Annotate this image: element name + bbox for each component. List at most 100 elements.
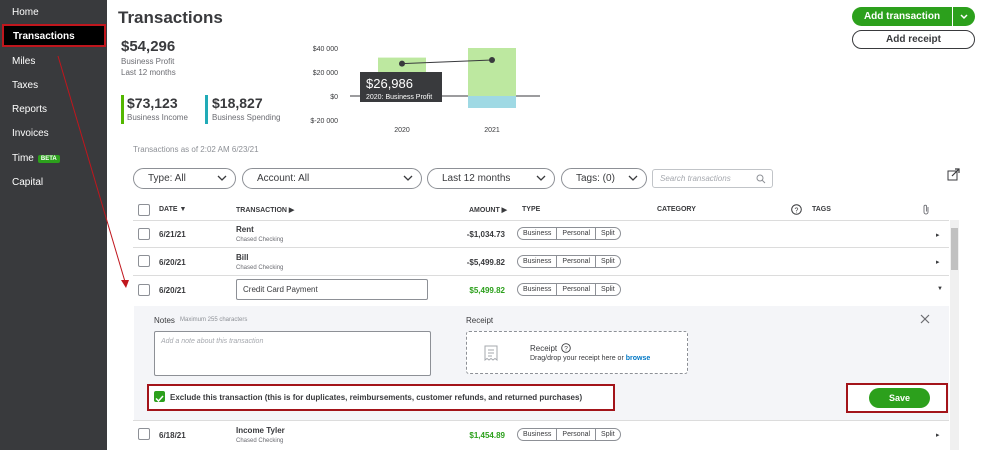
chevron-down-icon	[628, 175, 638, 181]
date-header-label: DATE	[159, 206, 178, 213]
search-input[interactable]: Search transactions	[652, 169, 773, 188]
profit-period: Last 12 months	[121, 68, 176, 77]
type-segmented-control[interactable]: Business Personal Split	[517, 227, 621, 240]
type-segmented-control[interactable]: Business Personal Split	[517, 428, 621, 441]
add-receipt-button[interactable]: Add receipt	[852, 30, 975, 49]
scrollbar-thumb[interactable]	[951, 228, 958, 270]
receipt-drag-text: Drag/drop your receipt here or browse	[530, 355, 650, 362]
row-account: Chased Checking	[236, 237, 284, 243]
row-transaction-name[interactable]: Income Tyler	[236, 426, 285, 435]
save-button[interactable]: Save	[869, 388, 930, 408]
receipt-title-text: Receipt	[530, 344, 558, 353]
period-filter[interactable]: Last 12 months	[427, 168, 555, 189]
row-expand-icon[interactable]: ▸	[936, 258, 940, 266]
tags-filter[interactable]: Tags: (0)	[561, 168, 647, 189]
row-divider	[133, 275, 949, 276]
row-date: 6/21/21	[159, 230, 186, 239]
sidebar-item-invoices[interactable]: Invoices	[12, 128, 49, 139]
x-tick-label: 2020	[394, 127, 410, 134]
row-expand-icon[interactable]: ▸	[936, 431, 940, 439]
sidebar-item-taxes[interactable]: Taxes	[12, 80, 38, 91]
amount-column-header[interactable]: AMOUNT ▶	[469, 206, 507, 214]
sidebar-item-transactions[interactable]: Transactions	[2, 24, 106, 47]
row-date: 6/20/21	[159, 286, 186, 295]
browse-link[interactable]: browse	[626, 355, 651, 362]
date-column-header[interactable]: DATE ▼	[159, 206, 186, 213]
row-collapse-icon[interactable]: ▼	[937, 286, 943, 292]
type-split-option[interactable]: Split	[596, 228, 620, 239]
tags-filter-label: Tags: (0)	[576, 173, 615, 184]
receipt-drag-label: Drag/drop your receipt here or	[530, 355, 626, 362]
profit-label: Business Profit	[121, 57, 175, 66]
export-icon[interactable]	[947, 168, 960, 181]
row-amount: $5,499.82	[469, 286, 505, 295]
type-personal-option[interactable]: Personal	[557, 284, 597, 295]
sort-down-icon: ▼	[179, 206, 187, 213]
row-checkbox[interactable]	[138, 284, 150, 296]
transaction-name-input[interactable]: Credit Card Payment	[236, 279, 428, 300]
header-divider	[133, 220, 949, 221]
sidebar-item-time[interactable]: Time BETA	[12, 153, 60, 164]
as-of-timestamp: Transactions as of 2:02 AM 6/23/21	[133, 145, 259, 154]
row-divider	[133, 420, 949, 421]
y-tick-label: $20 000	[313, 70, 338, 77]
row-amount: -$1,034.73	[466, 230, 505, 239]
type-personal-option[interactable]: Personal	[557, 228, 597, 239]
row-amount: $1,454.89	[469, 431, 505, 440]
row-checkbox[interactable]	[138, 255, 150, 267]
add-transaction-button[interactable]: Add transaction	[852, 7, 952, 26]
row-checkbox[interactable]	[138, 228, 150, 240]
income-bar	[121, 95, 124, 124]
row-amount: -$5,499.82	[466, 258, 505, 267]
type-split-option[interactable]: Split	[596, 429, 620, 440]
income-label: Business Income	[127, 113, 188, 122]
type-split-option[interactable]: Split	[596, 284, 620, 295]
type-business-option[interactable]: Business	[518, 429, 558, 440]
exclude-checkbox[interactable]	[154, 391, 165, 403]
sidebar-item-home[interactable]: Home	[12, 7, 39, 18]
y-tick-label: $40 000	[313, 46, 338, 53]
row-checkbox[interactable]	[138, 428, 150, 440]
type-filter[interactable]: Type: All	[133, 168, 236, 189]
profit-value: $54,296	[121, 38, 176, 55]
row-expand-icon[interactable]: ▸	[936, 231, 940, 239]
select-all-checkbox[interactable]	[138, 204, 150, 216]
transaction-column-header[interactable]: TRANSACTION ▶	[236, 206, 294, 214]
beta-badge: BETA	[37, 155, 60, 163]
help-icon[interactable]: ?	[791, 204, 802, 215]
svg-text:?: ?	[795, 207, 799, 214]
type-business-option[interactable]: Business	[518, 228, 558, 239]
sidebar-item-reports[interactable]: Reports	[12, 104, 47, 115]
type-filter-label: Type: All	[148, 173, 186, 184]
account-filter[interactable]: Account: All	[242, 168, 422, 189]
type-split-option[interactable]: Split	[596, 256, 620, 267]
type-personal-option[interactable]: Personal	[557, 429, 597, 440]
type-segmented-control[interactable]: Business Personal Split	[517, 255, 621, 268]
row-transaction-name[interactable]: Rent	[236, 225, 254, 234]
search-icon	[756, 174, 766, 184]
receipt-dropzone[interactable]	[466, 331, 688, 374]
type-personal-option[interactable]: Personal	[557, 256, 597, 267]
type-business-option[interactable]: Business	[518, 256, 558, 267]
help-icon[interactable]: ?	[561, 343, 572, 353]
page-title: Transactions	[118, 8, 223, 27]
sidebar-item-label: Time	[12, 153, 34, 164]
sidebar-item-miles[interactable]: Miles	[12, 56, 35, 67]
profit-point	[489, 57, 495, 63]
row-date: 6/18/21	[159, 431, 186, 440]
x-tick-label: 2021	[484, 127, 500, 134]
receipt-label: Receipt	[466, 316, 494, 325]
add-transaction-dropdown[interactable]	[953, 7, 975, 26]
notes-textarea[interactable]: Add a note about this transaction	[154, 331, 431, 376]
spending-value: $18,827	[212, 95, 263, 111]
row-transaction-name[interactable]: Bill	[236, 253, 248, 262]
tooltip-value: $26,986	[366, 76, 413, 91]
sort-right-icon: ▶	[501, 207, 508, 214]
type-business-option[interactable]: Business	[518, 284, 558, 295]
spending-bar	[468, 96, 516, 108]
type-segmented-control[interactable]: Business Personal Split	[517, 283, 621, 296]
sidebar-item-capital[interactable]: Capital	[12, 177, 43, 188]
row-account: Chased Checking	[236, 265, 284, 271]
chevron-down-icon	[217, 175, 227, 181]
close-icon[interactable]	[919, 313, 931, 325]
